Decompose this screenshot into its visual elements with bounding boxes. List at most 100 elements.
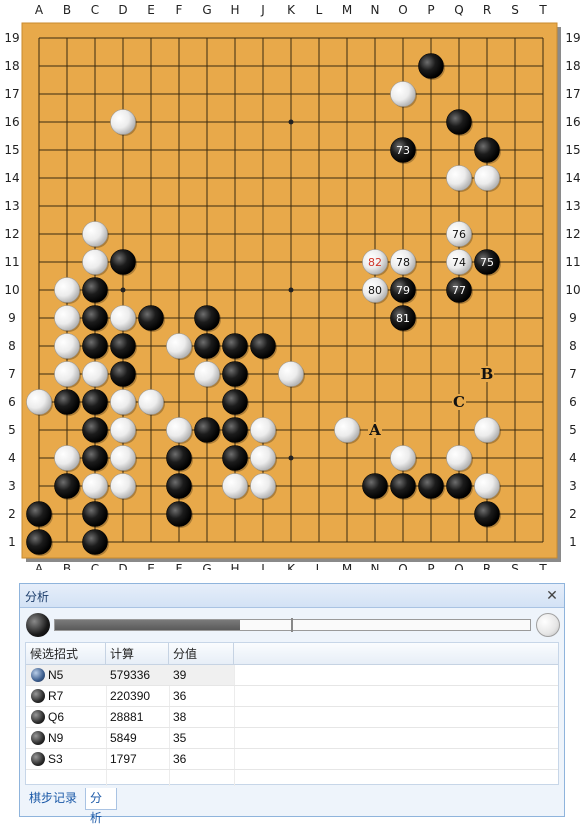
column-label: C <box>91 562 99 570</box>
column-label: M <box>342 3 352 17</box>
score-cell: 39 <box>169 665 234 685</box>
tab-analysis[interactable]: 分析 <box>85 788 117 825</box>
row-label: 13 <box>4 199 19 213</box>
black-stone <box>26 501 52 527</box>
black-stone <box>166 473 192 499</box>
row-label: 8 <box>8 339 16 353</box>
visits-cell: 28881 <box>110 710 144 724</box>
white-stone <box>250 473 276 499</box>
score-cell: 36 <box>173 689 187 703</box>
black-stone <box>82 417 108 443</box>
column-label: K <box>287 3 296 17</box>
row-label: 11 <box>565 255 580 269</box>
tab-move-record[interactable]: 棋步记录 <box>25 788 81 810</box>
board-canvas[interactable]: AABBCCDDEEFFGGHHJJKKLLMMNNOOPPQQRRSSTT19… <box>0 0 587 570</box>
table-row[interactable]: R7 220390 36 <box>26 686 558 707</box>
panel-header: 分析 ✕ <box>20 584 564 608</box>
winrate-fill <box>55 620 241 630</box>
black-stone <box>418 473 444 499</box>
row-label: 12 <box>565 227 580 241</box>
white-stone <box>474 417 500 443</box>
header-score[interactable]: 分值 <box>169 643 234 665</box>
candidate-marker: B <box>481 365 494 383</box>
column-label: N <box>371 562 380 570</box>
candidate-move-cell: N9 <box>26 728 106 748</box>
row-label: 13 <box>565 199 580 213</box>
white-stone <box>82 221 108 247</box>
column-label: J <box>260 3 265 17</box>
white-stone <box>138 389 164 415</box>
row-label: 1 <box>8 535 16 549</box>
row-label: 6 <box>569 395 577 409</box>
column-label: C <box>91 3 99 17</box>
white-stone <box>474 165 500 191</box>
black-stone <box>446 473 472 499</box>
visits-cell: 1797 <box>110 752 137 766</box>
column-label: G <box>202 3 211 17</box>
go-board[interactable]: A A B B C C D D E E F F G G H H J J K K L L M M N N O O P P Q Q R R S S T T 19… <box>0 0 587 570</box>
column-label: Q <box>454 562 463 570</box>
black-stone <box>82 529 108 555</box>
move-stone-icon <box>31 689 45 703</box>
black-stone <box>390 473 416 499</box>
stone-number: 75 <box>480 256 494 269</box>
visits-cell: 5849 <box>110 731 137 745</box>
header-candidate[interactable]: 候选招式 <box>26 643 106 665</box>
black-stone <box>82 501 108 527</box>
candidate-moves-table: 候选招式 计算 分值 N5 579336 39 R7 220390 36 Q6 28881 38… <box>25 642 559 786</box>
move-label: S3 <box>48 752 63 766</box>
black-stone <box>446 109 472 135</box>
header-visits[interactable]: 计算 <box>106 643 169 665</box>
stone-number: 81 <box>396 312 410 325</box>
score-cell: 36 <box>173 752 187 766</box>
column-label: L <box>316 562 323 570</box>
white-stone-icon <box>536 613 560 637</box>
table-row[interactable]: N5 579336 39 <box>26 665 558 686</box>
column-label: H <box>230 3 239 17</box>
white-stone <box>446 445 472 471</box>
black-stone <box>194 333 220 359</box>
white-stone <box>166 333 192 359</box>
move-stone-icon <box>31 710 45 724</box>
star-point <box>288 287 294 293</box>
move-stone-icon <box>31 668 45 682</box>
black-stone-icon <box>26 613 50 637</box>
column-label: B <box>63 562 71 570</box>
row-label: 5 <box>569 423 577 437</box>
move-stone-icon <box>31 752 45 766</box>
white-stone <box>390 81 416 107</box>
table-row[interactable]: S3 1797 36 <box>26 749 558 770</box>
move-label: R7 <box>48 689 64 703</box>
white-stone <box>110 417 136 443</box>
row-label: 9 <box>8 311 16 325</box>
candidate-marker: A <box>368 421 381 439</box>
column-label: T <box>538 562 547 570</box>
candidate-move-cell: N5 <box>26 665 106 685</box>
table-row[interactable]: N9 5849 35 <box>26 728 558 749</box>
black-stone <box>166 501 192 527</box>
black-stone <box>82 445 108 471</box>
white-stone <box>250 445 276 471</box>
row-label: 2 <box>569 507 577 521</box>
score-cell: 35 <box>173 731 187 745</box>
close-icon[interactable]: ✕ <box>544 586 560 604</box>
black-stone <box>54 389 80 415</box>
white-stone <box>54 305 80 331</box>
table-row[interactable]: Q6 28881 38 <box>26 707 558 728</box>
white-stone <box>278 361 304 387</box>
column-label: E <box>147 562 155 570</box>
move-label: Q6 <box>48 710 65 724</box>
white-stone <box>54 445 80 471</box>
column-label: Q <box>454 3 463 17</box>
black-stone <box>250 333 276 359</box>
stone-number: 77 <box>452 284 466 297</box>
row-label: 19 <box>565 31 580 45</box>
black-stone <box>474 137 500 163</box>
black-stone <box>222 389 248 415</box>
row-label: 19 <box>4 31 19 45</box>
row-label: 4 <box>569 451 577 465</box>
column-label: H <box>230 562 239 570</box>
row-label: 3 <box>8 479 16 493</box>
move-label: N9 <box>48 731 64 745</box>
black-stone <box>362 473 388 499</box>
